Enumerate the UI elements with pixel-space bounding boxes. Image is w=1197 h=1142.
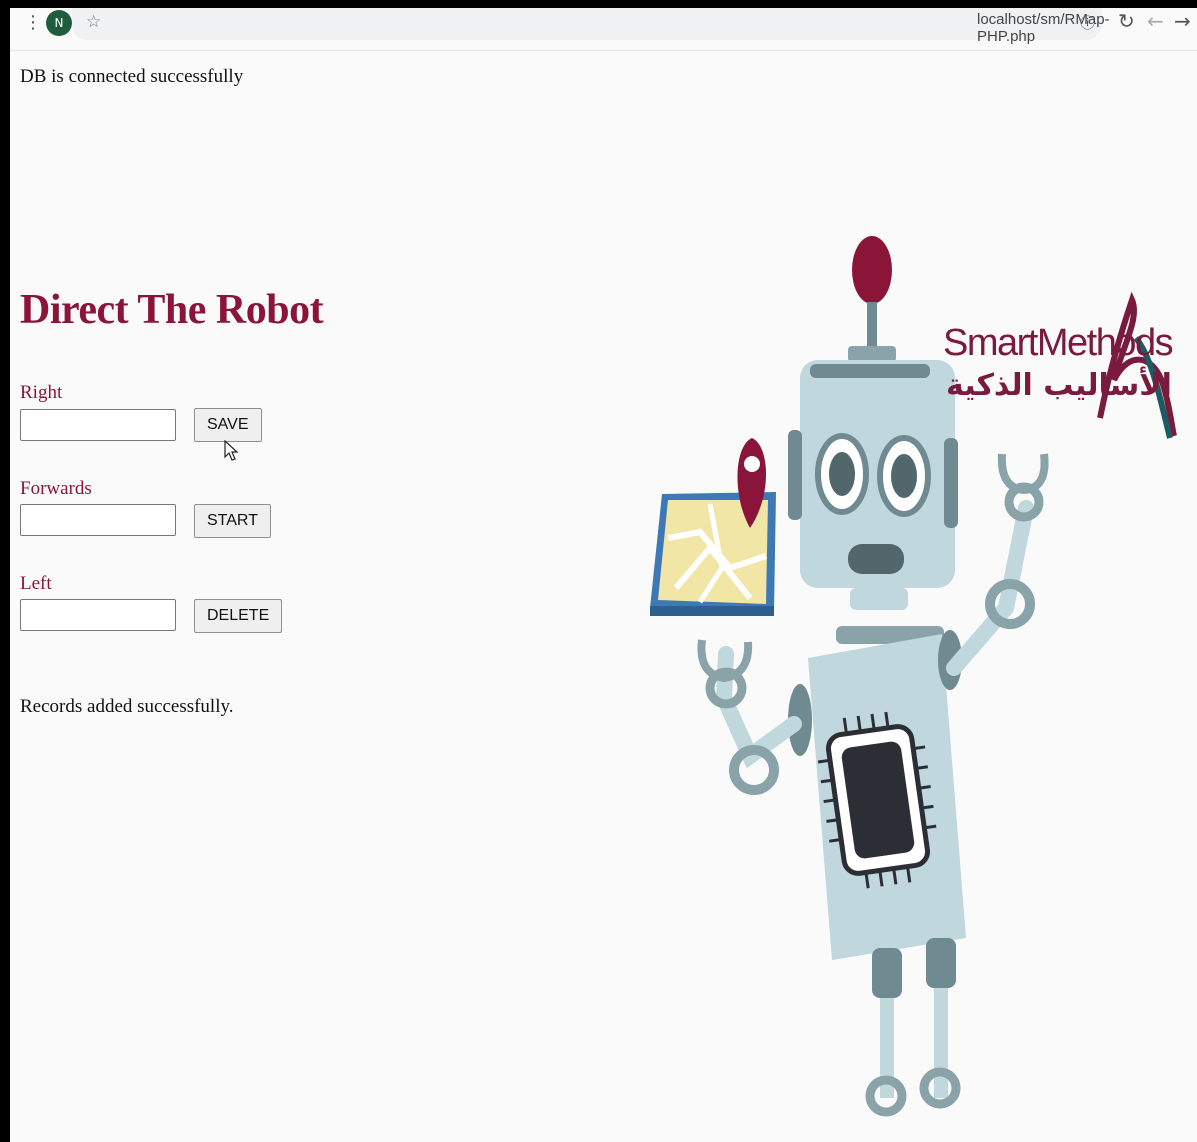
robot-hip-left: [872, 948, 902, 998]
logo-arabic-text: الأساليب الذكية: [946, 368, 1172, 403]
robot-mouth: [848, 544, 904, 574]
right-input[interactable]: [20, 409, 176, 441]
forwards-input[interactable]: [20, 504, 176, 536]
robot-neck: [850, 588, 908, 610]
page-frame: localhost/sm/RMap-PHP.php ⋮ N ☆ ⓘ ↻ ← →: [10, 8, 1197, 1142]
robot-head-top: [810, 364, 930, 378]
forwards-label: Forwards: [20, 478, 92, 499]
robot-ear-left: [788, 430, 802, 520]
antenna-stem: [867, 302, 877, 346]
robot-illustration: [650, 236, 1177, 1117]
antenna-base: [848, 346, 896, 362]
records-status-text: Records added successfully.: [20, 696, 234, 717]
save-button[interactable]: SAVE: [194, 408, 262, 442]
right-label: Right: [20, 382, 63, 403]
delete-button[interactable]: DELETE: [194, 599, 283, 633]
robot-hip-right: [926, 938, 956, 988]
robot-leg-right: [934, 988, 948, 1098]
antenna-ball: [852, 236, 892, 304]
robot-ear-right: [944, 438, 958, 528]
logo-text: SmartMethods: [943, 322, 1174, 364]
page-title: Direct The Robot: [20, 287, 324, 333]
db-status-text: DB is connected successfully: [20, 66, 244, 87]
left-label: Left: [20, 573, 52, 594]
left-input[interactable]: [20, 599, 176, 631]
start-button[interactable]: START: [194, 504, 271, 538]
mouse-cursor-icon: [224, 440, 238, 461]
